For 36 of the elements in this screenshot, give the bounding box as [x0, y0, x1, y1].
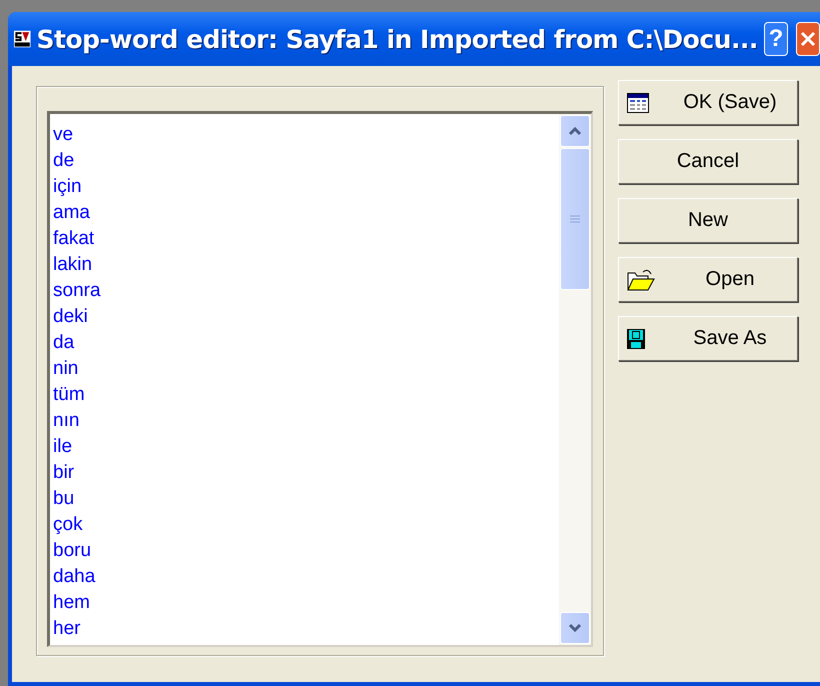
word-item[interactable]: fakat	[53, 227, 559, 253]
word-item[interactable]: boru	[53, 539, 559, 565]
scroll-up-button[interactable]	[560, 115, 590, 147]
word-item[interactable]: ve	[53, 123, 559, 149]
word-item[interactable]: hem	[53, 591, 559, 617]
word-item[interactable]: deki	[53, 305, 559, 331]
chevron-down-icon	[568, 623, 582, 633]
scroll-thumb[interactable]	[560, 148, 590, 290]
window-title: Stop-word editor: Sayfa1 in Imported from C:\Docu...	[36, 24, 758, 54]
word-item[interactable]: ile	[53, 435, 559, 461]
word-item[interactable]: çok	[53, 513, 559, 539]
scroll-down-button[interactable]	[560, 612, 590, 644]
close-button[interactable]	[796, 22, 820, 56]
word-item[interactable]: lakin	[53, 253, 559, 279]
word-item[interactable]: tüm	[53, 383, 559, 409]
word-item[interactable]: bu	[53, 487, 559, 513]
dialog-button[interactable]: Save As	[618, 316, 798, 361]
word-item[interactable]: nin	[53, 357, 559, 383]
table-icon	[627, 92, 649, 112]
word-item[interactable]: sonra	[53, 279, 559, 305]
dialog-button[interactable]: New	[618, 198, 798, 243]
word-item[interactable]: daha	[53, 565, 559, 591]
chevron-up-icon	[568, 126, 582, 136]
word-item[interactable]: ama	[53, 201, 559, 227]
dialog-button[interactable]: OK (Save)	[618, 80, 798, 125]
dialog-button[interactable]: Open	[618, 257, 798, 302]
word-item[interactable]: nın	[53, 409, 559, 435]
word-item[interactable]: her	[53, 617, 559, 643]
grip-icon	[570, 215, 580, 223]
folder-icon	[627, 268, 655, 292]
help-button[interactable]: ?	[764, 22, 788, 56]
dialog-button[interactable]: Cancel	[618, 139, 798, 184]
word-item[interactable]: için	[53, 175, 559, 201]
word-item[interactable]: de	[53, 149, 559, 175]
word-item[interactable]: bir	[53, 461, 559, 487]
word-item[interactable]: da	[53, 331, 559, 357]
